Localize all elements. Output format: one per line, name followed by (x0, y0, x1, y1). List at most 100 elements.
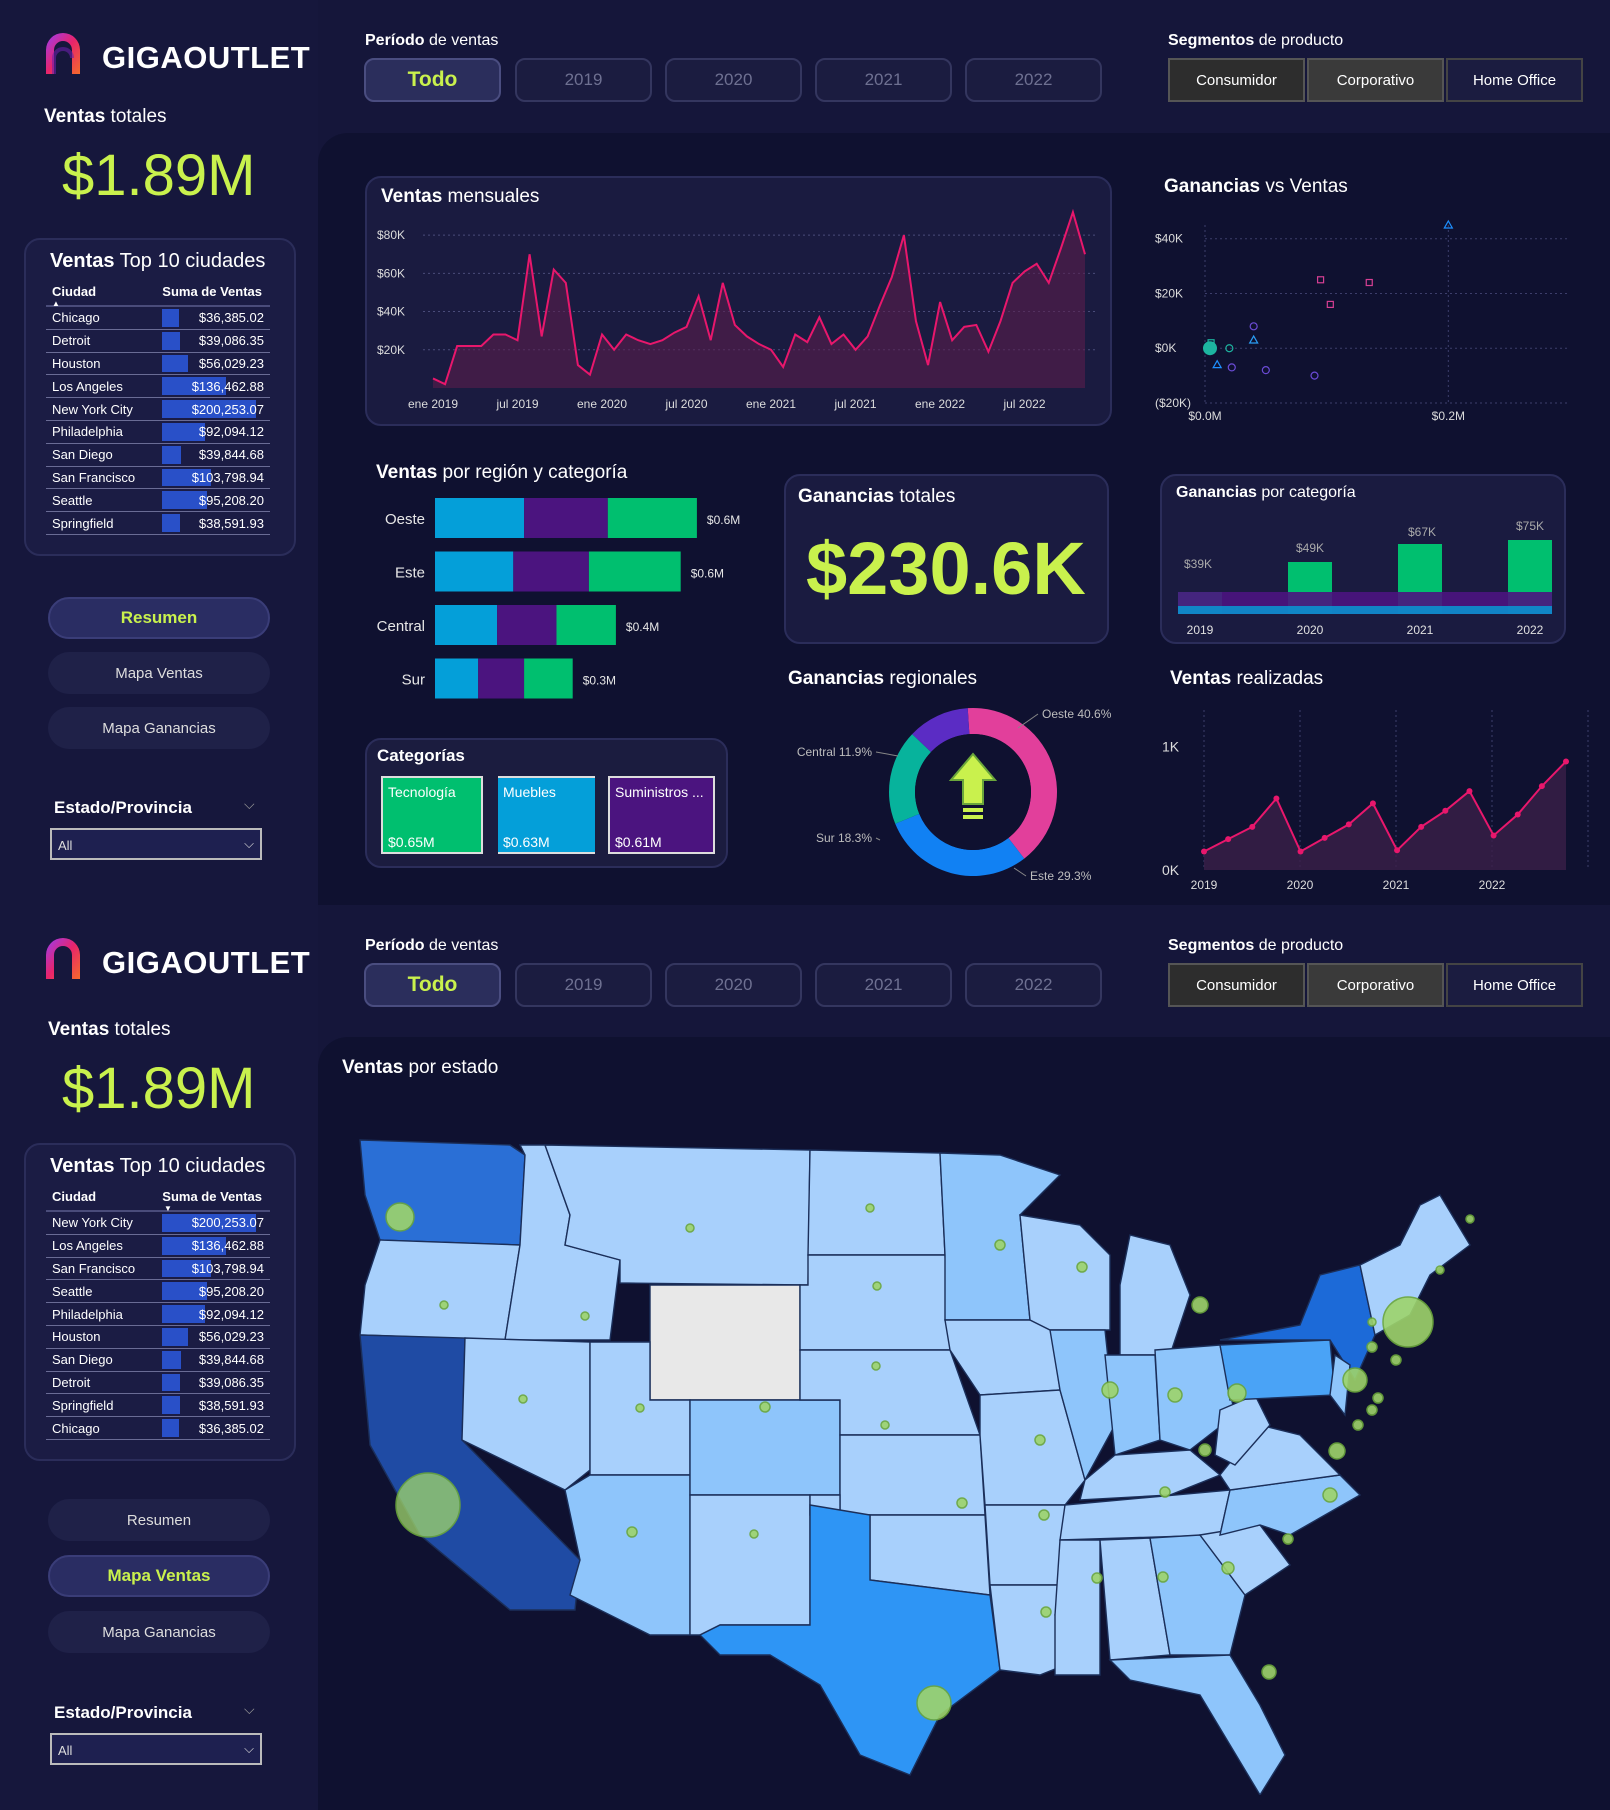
year-todo-button[interactable]: Todo (364, 58, 501, 102)
scatter-point[interactable] (1249, 322, 1258, 331)
bubble-washington[interactable] (385, 1202, 415, 1232)
orders-point[interactable] (1273, 795, 1280, 802)
bubble-small-4[interactable] (635, 1403, 645, 1413)
segment-home-office-button[interactable]: Home Office (1446, 963, 1583, 1007)
bubble-small-10[interactable] (872, 1281, 882, 1291)
bubble-small-5[interactable] (759, 1401, 771, 1413)
region-bar-segment[interactable] (497, 605, 557, 645)
scatter-cluster[interactable] (1203, 341, 1217, 356)
bubble-indiana[interactable] (1167, 1387, 1183, 1403)
bubble-small-12[interactable] (880, 1420, 890, 1430)
orders-point[interactable] (1490, 832, 1497, 839)
bubble-small-25[interactable] (1372, 1392, 1384, 1404)
orders-point[interactable] (1297, 848, 1304, 855)
scatter-point[interactable] (1227, 363, 1236, 372)
region-bar-segment[interactable] (435, 551, 514, 592)
state-south-dakota[interactable] (799, 1254, 951, 1351)
bubble-small-14[interactable] (956, 1497, 968, 1509)
bubble-ohio[interactable] (1227, 1383, 1247, 1403)
region-bar-segment[interactable] (435, 498, 525, 538)
segment-consumidor-button[interactable]: Consumidor (1168, 58, 1305, 102)
state-michigan[interactable] (1119, 1234, 1191, 1356)
bubble-small-20[interactable] (1366, 1341, 1378, 1353)
chevron-down-icon[interactable]: ⌵ (244, 1701, 255, 1718)
region-bar-segment[interactable] (556, 605, 616, 645)
segment-home-office-button[interactable]: Home Office (1446, 58, 1583, 102)
orders-point[interactable] (1442, 807, 1449, 814)
bubble-small-6[interactable] (626, 1526, 638, 1538)
bubble-kentucky[interactable] (1198, 1443, 1212, 1457)
year-2021-button[interactable]: 2021 (815, 58, 952, 102)
table-row[interactable]: Springfield $38,591.93 (46, 1394, 270, 1418)
bubble-small-2[interactable] (580, 1311, 590, 1321)
segment-consumidor-button[interactable]: Consumidor (1168, 963, 1305, 1007)
bubble-small-26[interactable] (1352, 1419, 1364, 1431)
table-row[interactable]: Philadelphia $92,094.12 (46, 1303, 270, 1326)
orders-point[interactable] (1418, 823, 1425, 830)
bubble-minnesota[interactable] (994, 1239, 1006, 1251)
orders-point[interactable] (1321, 834, 1328, 841)
state-north-dakota[interactable] (807, 1149, 946, 1256)
state-arkansas[interactable] (984, 1504, 1066, 1586)
nav-resumen-button[interactable]: Resumen (48, 1499, 270, 1541)
state-mississippi[interactable] (1054, 1539, 1101, 1676)
bubble-texas[interactable] (916, 1685, 952, 1721)
state-wyoming[interactable] (649, 1284, 801, 1401)
table-row[interactable]: San Francisco $103,798.94 (46, 467, 270, 490)
category-tecnologia-tile[interactable]: Tecnología $0.65M (381, 776, 483, 854)
table-row[interactable]: Houston $56,029.23 (46, 1326, 270, 1349)
table-row[interactable]: San Francisco $103,798.94 (46, 1258, 270, 1281)
bubble-small-23[interactable] (1435, 1265, 1445, 1275)
bubble-small-17[interactable] (1091, 1572, 1103, 1584)
col-sum-header[interactable]: Suma de Ventas (162, 284, 262, 299)
region-bar-segment[interactable] (588, 551, 681, 592)
scatter-point[interactable] (1316, 276, 1325, 284)
nav-resumen-button[interactable]: Resumen (48, 597, 270, 639)
bubble-north-carolina[interactable] (1322, 1487, 1338, 1503)
nav-mapa-ganancias-button[interactable]: Mapa Ganancias (48, 707, 270, 749)
state-florida[interactable] (1108, 1654, 1286, 1795)
segment-corporativo-button[interactable]: Corporativo (1307, 58, 1444, 102)
segment-corporativo-button[interactable]: Corporativo (1307, 963, 1444, 1007)
category-muebles-tile[interactable]: Muebles $0.63M (498, 776, 595, 854)
orders-point[interactable] (1466, 788, 1473, 795)
table-row[interactable]: Seattle $95,208.20 (46, 489, 270, 513)
category-suministros-tile[interactable]: Suministros ... $0.61M (608, 776, 715, 854)
bubble-california[interactable] (395, 1472, 461, 1538)
region-bar-segment[interactable] (607, 498, 697, 538)
table-row[interactable]: New York City $200,253.07 (46, 1212, 270, 1235)
year-2021-button[interactable]: 2021 (815, 963, 952, 1007)
table-row[interactable]: Seattle $95,208.20 (46, 1280, 270, 1304)
scatter-point[interactable] (1248, 334, 1259, 344)
table-row[interactable]: Houston $56,029.23 (46, 353, 270, 376)
orders-point[interactable] (1345, 821, 1352, 828)
bubble-georgia[interactable] (1221, 1561, 1235, 1575)
state-filter-select[interactable]: All ⌵ (50, 828, 262, 860)
scatter-point[interactable] (1326, 300, 1334, 309)
year-2019-button[interactable]: 2019 (515, 963, 652, 1007)
orders-point[interactable] (1538, 783, 1545, 790)
region-bar-segment[interactable] (435, 605, 498, 645)
col-city-header[interactable]: Ciudad (52, 284, 96, 299)
state-oregon[interactable] (359, 1239, 521, 1341)
year-2020-button[interactable]: 2020 (665, 963, 802, 1007)
region-bar-segment[interactable] (524, 658, 573, 699)
scatter-point[interactable] (1261, 366, 1270, 375)
table-row[interactable]: Detroit $39,086.35 (46, 1372, 270, 1395)
state-new-mexico[interactable] (689, 1494, 811, 1636)
table-row[interactable]: Chicago $36,385.02 (46, 1417, 270, 1440)
region-bar-segment[interactable] (513, 551, 589, 592)
scatter-point[interactable] (1310, 371, 1319, 380)
bubble-new-york[interactable] (1382, 1296, 1434, 1348)
bubble-small-1[interactable] (439, 1300, 449, 1310)
year-2020-button[interactable]: 2020 (665, 58, 802, 102)
table-row[interactable]: Los Angeles $136,462.88 (46, 1235, 270, 1258)
bubble-wisconsin[interactable] (1076, 1261, 1088, 1273)
orders-point[interactable] (1563, 758, 1569, 765)
bubble-small-24[interactable] (1465, 1214, 1475, 1224)
table-row[interactable]: Detroit $39,086.35 (46, 330, 270, 353)
table-row[interactable]: Philadelphia $92,094.12 (46, 421, 270, 444)
table-row[interactable]: New York City $200,253.07 (46, 398, 270, 421)
bubble-virginia[interactable] (1328, 1442, 1346, 1460)
state-wisconsin[interactable] (1019, 1214, 1111, 1331)
